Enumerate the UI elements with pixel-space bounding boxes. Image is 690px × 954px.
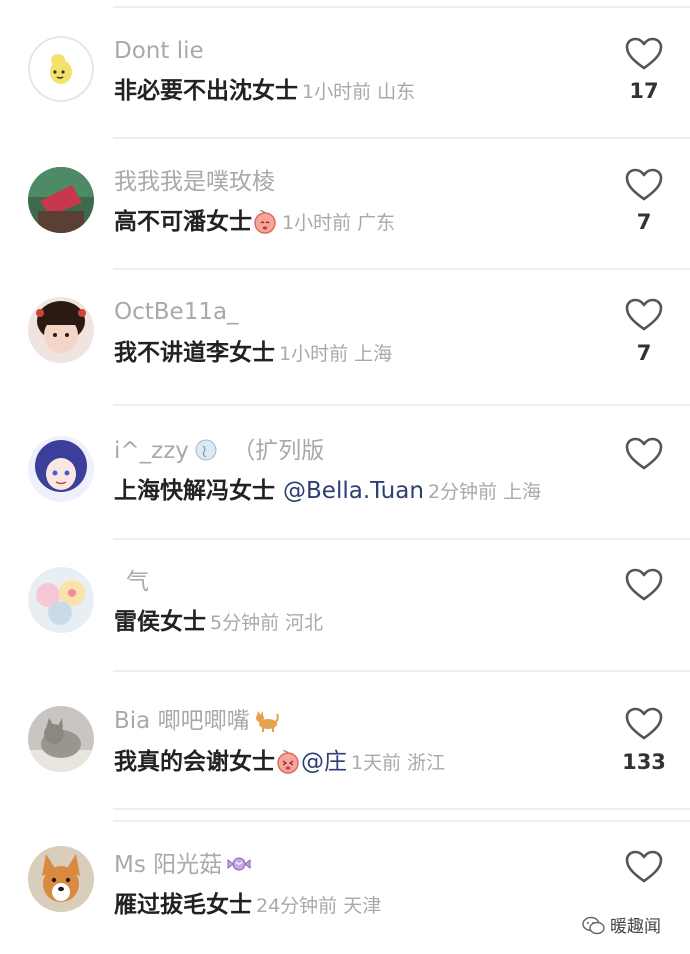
comment-body: 雁过拔毛女士 — [114, 892, 252, 918]
comment-body: 雷侯女士 — [114, 609, 206, 635]
avatar[interactable] — [28, 567, 94, 633]
like-button[interactable] — [622, 850, 666, 890]
like-count: 17 — [629, 79, 659, 103]
avatar[interactable] — [28, 167, 94, 233]
divider — [113, 820, 690, 822]
avatar[interactable] — [28, 846, 94, 912]
heart-outline-icon — [625, 850, 663, 883]
username-text: Bia 唧吧唧嘴 — [114, 708, 250, 734]
comment-list: Dont lie 非必要不出沈女士 1小时前 山东 17 我我我是噗玫棱 高不可潘… — [0, 0, 690, 954]
avatar[interactable] — [28, 297, 94, 363]
peach-face-icon — [277, 750, 299, 774]
divider — [113, 538, 690, 540]
username[interactable]: Bia 唧吧唧嘴 — [114, 706, 280, 736]
username[interactable]: Dont lie — [114, 36, 204, 66]
like-button[interactable] — [622, 37, 666, 77]
comment-meta: 5分钟前 河北 — [210, 612, 324, 634]
comment-text: 雷侯女士 5分钟前 河北 — [114, 607, 323, 638]
candy-emoji-icon — [227, 857, 251, 871]
heart-outline-icon — [625, 707, 663, 740]
heart-outline-icon — [625, 568, 663, 601]
username-suffix: （扩列版 — [232, 438, 325, 464]
comment-text: 上海快解冯女士 @Bella.Tuan 2分钟前 上海 — [114, 476, 541, 507]
comment-text: 我不讲道李女士 1小时前 上海 — [114, 338, 392, 369]
watermark: 暖趣闻 — [582, 912, 661, 937]
avatar[interactable] — [28, 36, 94, 102]
like-button[interactable] — [622, 707, 666, 747]
like-count: 7 — [636, 210, 652, 234]
comment-meta: 2分钟前 上海 — [427, 481, 542, 503]
username[interactable]: 气 — [126, 567, 149, 597]
mention-link[interactable]: @庄 — [301, 749, 347, 775]
comment-meta: 24分钟前 天津 — [256, 895, 382, 917]
comment-meta: 1小时前 山东 — [302, 81, 416, 103]
comment-meta: 1小时前 广东 — [282, 212, 396, 234]
comment-body: 我不讲道李女士 — [114, 340, 275, 366]
like-button[interactable] — [622, 168, 666, 208]
username-text: i^_zzy — [114, 438, 189, 464]
avatar[interactable] — [28, 436, 94, 502]
username[interactable]: Ms 阳光菇 — [114, 850, 252, 880]
peach-face-icon — [254, 210, 276, 234]
username-text: Ms 阳光菇 — [114, 852, 223, 878]
divider — [113, 670, 690, 672]
username[interactable]: OctBe11a_ — [114, 297, 239, 327]
heart-outline-icon — [625, 437, 663, 470]
heart-outline-icon — [625, 298, 663, 331]
like-button[interactable] — [622, 298, 666, 338]
like-button[interactable] — [622, 437, 666, 477]
comment-body: 高不可潘女士 — [114, 209, 252, 235]
wechat-icon — [582, 916, 605, 935]
mention-link[interactable]: @Bella.Tuan — [283, 478, 424, 504]
divider — [113, 6, 690, 8]
like-count: 7 — [636, 341, 652, 365]
comment-text: 我真的会谢女士 @庄 1天前 浙江 — [114, 747, 445, 778]
bubble-emoji-icon — [195, 439, 217, 461]
comment-text: 高不可潘女士 1小时前 广东 — [114, 207, 395, 238]
avatar[interactable] — [28, 706, 94, 772]
divider — [113, 404, 690, 406]
comment-text: 雁过拔毛女士 24分钟前 天津 — [114, 890, 381, 921]
divider — [113, 137, 690, 139]
comment-body: 上海快解冯女士 — [114, 478, 275, 504]
comment-meta: 1天前 浙江 — [351, 752, 446, 774]
comment-body: 我真的会谢女士 — [114, 749, 275, 775]
cat-emoji-icon — [255, 711, 279, 732]
heart-outline-icon — [625, 168, 663, 201]
divider — [113, 268, 690, 270]
like-count: 133 — [622, 750, 666, 774]
username[interactable]: i^_zzy （扩列版 — [114, 436, 324, 466]
heart-outline-icon — [625, 37, 663, 70]
comment-body: 非必要不出沈女士 — [114, 78, 298, 104]
like-button[interactable] — [622, 568, 666, 608]
watermark-text: 暖趣闻 — [610, 917, 661, 937]
comment-text: 非必要不出沈女士 1小时前 山东 — [114, 76, 415, 107]
comment-meta: 1小时前 上海 — [279, 343, 393, 365]
username[interactable]: 我我我是噗玫棱 — [114, 167, 275, 197]
divider — [113, 808, 690, 810]
